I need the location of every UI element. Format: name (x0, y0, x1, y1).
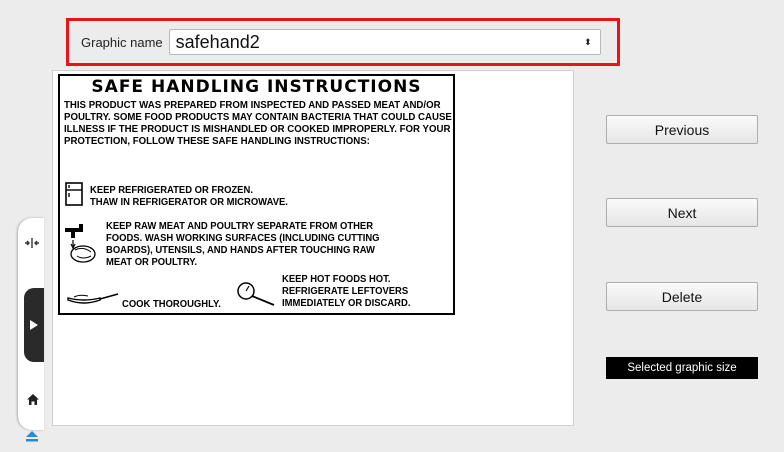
next-button[interactable]: Next (606, 198, 758, 227)
refrigerate-line-1: KEEP REFRIGERATED OR FROZEN. (90, 184, 253, 196)
separate-line-4: MEAT OR POULTRY. (106, 256, 198, 268)
compress-icon[interactable] (22, 232, 42, 254)
eject-button[interactable] (22, 428, 42, 444)
play-button[interactable] (24, 288, 44, 362)
hot-foods-line-3: IMMEDIATELY OR DISCARD. (282, 297, 411, 309)
hot-foods-line-2: REFRIGERATE LEFTOVERS (282, 285, 409, 297)
separate-line-1: KEEP RAW MEAT AND POULTRY SEPARATE FROM … (106, 220, 374, 232)
separate-line-2: FOODS. WASH WORKING SURFACES (INCLUDING … (106, 232, 380, 244)
previous-button[interactable]: Previous (606, 115, 758, 144)
select-arrows-icon: ⬍ (584, 36, 592, 47)
separate-line-3: BOARDS), UTENSILS, AND HANDS AFTER TOUCH… (106, 244, 375, 256)
play-icon (30, 320, 38, 330)
label-intro: THIS PRODUCT WAS PREPARED FROM INSPECTED… (64, 99, 452, 147)
safe-handling-graphic: SAFE HANDLING INSTRUCTIONS THIS PRODUCT … (58, 74, 455, 315)
graphic-name-select[interactable]: safehand2 ⬍ (168, 29, 601, 55)
graphic-name-label: Graphic name (81, 34, 163, 50)
faucet-icon (65, 224, 96, 263)
delete-button[interactable]: Delete (606, 282, 758, 311)
home-icon (27, 393, 39, 405)
skillet-icon (67, 293, 119, 304)
refrigerator-icon (65, 182, 83, 206)
graphic-name-value: safehand2 (175, 31, 260, 52)
label-title: SAFE HANDLING INSTRUCTIONS (91, 77, 422, 97)
home-button[interactable] (22, 388, 44, 410)
hot-foods-line-1: KEEP HOT FOODS HOT. (282, 273, 391, 285)
thermometer-icon (237, 282, 275, 306)
eject-icon (26, 431, 38, 442)
refrigerate-line-2: THAW IN REFRIGERATOR OR MICROWAVE. (90, 196, 288, 208)
graphic-name-highlight: Graphic name safehand2 ⬍ (66, 18, 620, 66)
graphic-preview: SAFE HANDLING INSTRUCTIONS THIS PRODUCT … (52, 70, 574, 426)
selected-graphic-size-badge: Selected graphic size (606, 357, 758, 379)
